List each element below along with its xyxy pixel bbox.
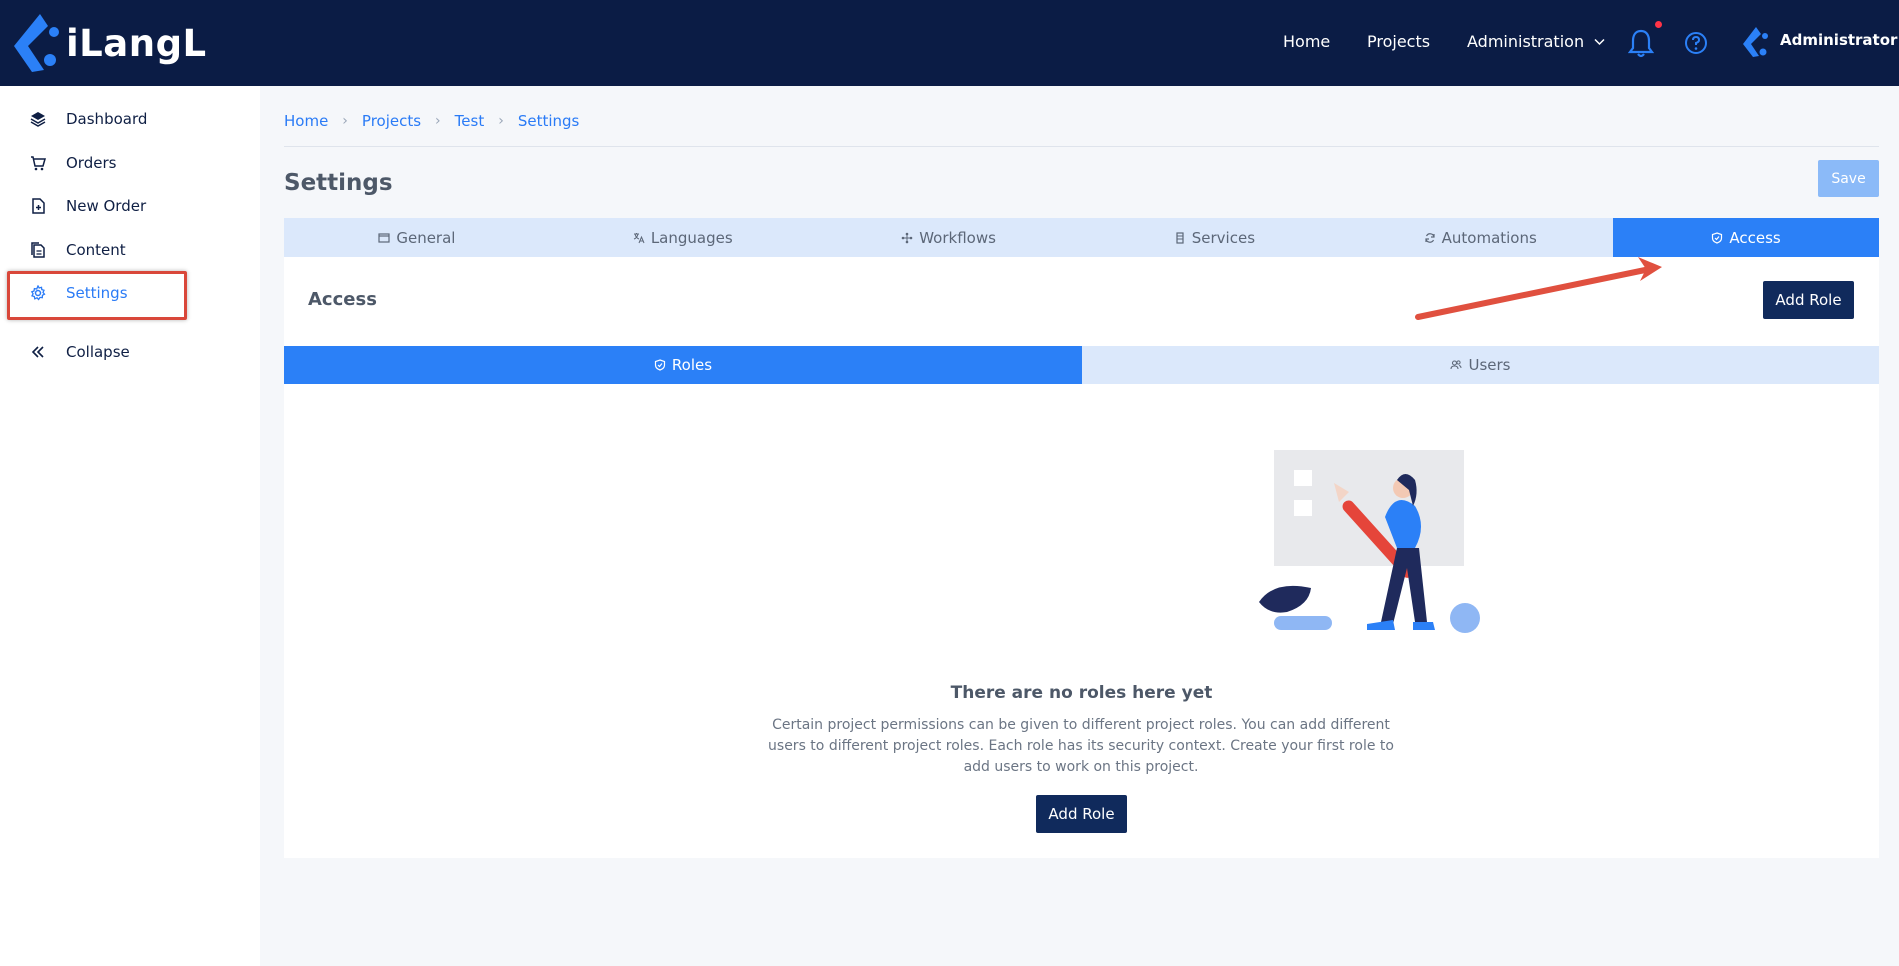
subtab-roles[interactable]: Roles [284,346,1082,384]
users-icon [1450,360,1462,370]
tab-workflows[interactable]: Workflows [816,218,1082,257]
double-chevron-left-icon [31,346,44,358]
sidebar-item-dashboard[interactable]: Dashboard [30,110,147,128]
breadcrumb: Home › Projects › Test › Settings [284,112,579,130]
server-icon [1176,231,1184,244]
top-navigation-bar: iLangL Home Projects Administration Admi… [0,0,1899,86]
tab-access[interactable]: Access [1613,218,1879,257]
layers-icon [30,112,46,127]
bell-icon[interactable] [1628,28,1654,58]
sidebar-item-collapse[interactable]: Collapse [30,343,130,361]
workflow-icon [901,232,913,243]
app-logo[interactable]: iLangL [10,12,207,74]
breadcrumb-separator-icon: › [498,113,504,129]
add-role-button[interactable]: Add Role [1763,281,1854,319]
documents-icon [31,242,45,258]
page-title: Settings [284,170,393,196]
subtab-label: Roles [671,356,713,374]
tab-label: Automations [1441,228,1537,247]
breadcrumb-settings[interactable]: Settings [518,112,580,130]
settings-highlight-annotation [7,271,187,320]
logo-text: iLangL [66,21,207,65]
empty-state-illustration [1259,450,1480,633]
cart-icon [31,156,46,171]
nav-projects-link[interactable]: Projects [1367,32,1430,51]
save-button[interactable]: Save [1818,160,1879,197]
tab-services[interactable]: Services [1081,218,1347,257]
access-subtabs: Roles Users [284,346,1879,384]
refresh-icon [1425,232,1435,243]
access-panel: Access Add Role Roles Users There are no… [284,257,1879,858]
subtab-users[interactable]: Users [1082,346,1879,384]
empty-state-description: Certain project permissions can be given… [768,717,1394,775]
sidebar-item-new-order[interactable]: New Order [30,197,146,215]
logo-mark-icon [14,14,59,72]
nav-home-link[interactable]: Home [1283,32,1330,51]
breadcrumb-projects[interactable]: Projects [362,112,421,130]
sidebar-item-content[interactable]: Content [30,241,126,259]
breadcrumb-test[interactable]: Test [455,112,485,130]
breadcrumb-home[interactable]: Home [284,112,328,130]
chevron-down-icon [1594,38,1605,45]
breadcrumb-separator-icon: › [342,113,348,129]
notification-dot [1655,21,1662,28]
empty-state-add-role-button[interactable]: Add Role [1036,795,1127,833]
sidebar-item-orders[interactable]: Orders [30,154,116,172]
user-avatar-icon[interactable] [1742,26,1768,58]
shield-check-icon [1712,231,1723,244]
file-plus-icon [32,198,45,214]
sidebar-item-label: Content [66,241,126,259]
tab-label: General [396,228,456,247]
divider [284,146,1879,147]
nav-administration-label: Administration [1467,32,1585,51]
window-icon [378,232,390,243]
access-title: Access [308,289,377,310]
tab-label: Access [1729,228,1781,247]
tab-label: Services [1191,228,1256,247]
tab-general[interactable]: General [284,218,550,257]
help-icon[interactable] [1684,31,1708,55]
sidebar-item-label: Orders [66,154,117,172]
sidebar: Dashboard Orders New Order Content Setti… [0,86,260,966]
tab-label: Workflows [919,228,996,247]
nav-administration-dropdown[interactable]: Administration [1467,32,1605,51]
subtab-label: Users [1468,356,1511,374]
sidebar-item-label: New Order [66,197,147,215]
settings-tabs: General Languages Workflows Services Aut… [284,218,1879,257]
tab-languages[interactable]: Languages [550,218,816,257]
sidebar-item-label: Collapse [66,343,130,361]
tab-label: Languages [650,228,733,247]
user-name-menu[interactable]: Administrator [1780,31,1897,49]
empty-state-title: There are no roles here yet [950,683,1213,703]
tab-automations[interactable]: Automations [1347,218,1613,257]
shield-check-icon [654,359,666,371]
translate-icon [633,232,645,243]
breadcrumb-separator-icon: › [435,113,441,129]
sidebar-item-label: Dashboard [66,110,148,128]
